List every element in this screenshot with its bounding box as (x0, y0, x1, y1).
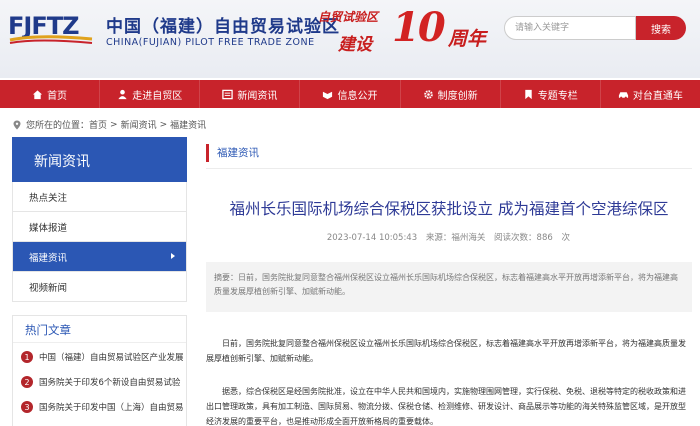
sidebar-item-media[interactable]: 媒体报道 (12, 212, 187, 242)
article-paragraph: 据悉，综合保税区是经国务院批准，设立在中华人民共和国境内，实施物理围网管理，实行… (206, 387, 686, 426)
search-bar: 搜索 (504, 16, 694, 40)
news-icon (222, 89, 234, 99)
nav-item-innovation[interactable]: 制度创新 (401, 80, 501, 108)
breadcrumb-news[interactable]: 新闻资讯 (121, 118, 157, 131)
anniversary-banner: 自贸试验区 建设 10 周年 (318, 2, 498, 64)
rank-badge: 3 (21, 401, 33, 413)
sidebar-item-label: 媒体报道 (29, 222, 68, 234)
site-header: FJFTZ 中国（福建）自由贸易试验区 CHINA(FUJIAN) PILOT … (0, 0, 700, 78)
home-icon (32, 89, 43, 99)
hot-article-text: 国务院关于印发6个新设自由贸易试验 (39, 378, 181, 388)
person-icon (118, 89, 127, 99)
breadcrumb-home[interactable]: 首页 (89, 118, 107, 131)
nav-item-taiwan[interactable]: 对台直通车 (601, 80, 700, 108)
nav-item-info[interactable]: 信息公开 (300, 80, 401, 108)
breadcrumb-separator: > (159, 119, 168, 130)
hot-articles-title: 热门文章 (25, 323, 71, 337)
search-input[interactable] (504, 16, 636, 40)
anniversary-number: 10 (392, 4, 446, 51)
article-paragraph: 日前，国务院批复同意整合福州保税区设立福州长乐国际机场综合保税区，标志着福建高水… (206, 339, 686, 363)
location-pin-icon (13, 120, 21, 129)
hot-articles: 热门文章 1 中国（福建）自由贸易试验区产业发展 2 国务院关于印发6个新设自由… (12, 315, 187, 426)
article-views-unit: 次 (561, 233, 570, 243)
anniversary-line1: 自贸试验区 (318, 10, 379, 24)
hot-article-item[interactable]: 1 中国（福建）自由贸易试验区产业发展 (21, 351, 183, 363)
sidebar-item-video[interactable]: 视频新闻 (12, 272, 187, 302)
nav-label: 新闻资讯 (237, 90, 278, 102)
nav-item-about[interactable]: 走进自贸区 (100, 80, 201, 108)
nav-label: 对台直通车 (632, 90, 683, 102)
site-name-en: CHINA(FUJIAN) PILOT FREE TRADE ZONE (106, 37, 315, 48)
rank-badge: 1 (21, 351, 33, 363)
section-tab: 福建资讯 (206, 144, 259, 162)
article-title: 福州长乐国际机场综合保税区获批设立 成为福建首个空港综保区 (229, 200, 669, 218)
article-summary: 摘要：日前，国务院批复同意整合福州保税区设立福州长乐国际机场综合保税区，标志着福… (206, 262, 692, 312)
sidebar-header: 新闻资讯 (12, 137, 187, 182)
chevron-right-icon (171, 253, 175, 259)
nav-item-news[interactable]: 新闻资讯 (200, 80, 301, 108)
rank-badge: 2 (21, 376, 33, 388)
sidebar-item-label: 视频新闻 (29, 282, 68, 294)
gear-icon (423, 89, 433, 99)
breadcrumb: 您所在的位置： 首页 > 新闻资讯 > 福建资讯 (12, 118, 206, 131)
nav-label: 制度创新 (437, 90, 478, 102)
breadcrumb-separator: > (110, 119, 118, 130)
search-button[interactable]: 搜索 (636, 16, 686, 40)
hot-article-item[interactable]: 2 国务院关于印发6个新设自由贸易试验 (21, 376, 183, 388)
divider (13, 342, 186, 343)
nav-label: 走进自贸区 (132, 90, 183, 102)
main-nav: 首页 走进自贸区 新闻资讯 信息公开 制度创新 专题专栏 对台直通车 (0, 80, 700, 108)
nav-label: 首页 (47, 90, 68, 102)
sidebar-title: 新闻资讯 (34, 154, 90, 170)
nav-label: 专题专栏 (537, 90, 578, 102)
anniversary-suffix: 周年 (448, 28, 487, 50)
breadcrumb-current[interactable]: 福建资讯 (170, 118, 206, 131)
bookmark-icon (525, 89, 532, 99)
article-meta: 2023-07-14 10:05:43 来源：福州海关 阅读次数：886 次 (206, 231, 692, 243)
nav-item-topics[interactable]: 专题专栏 (501, 80, 601, 108)
hot-article-item[interactable]: 3 国务院关于印发中国（上海）自由贸易 (21, 401, 183, 413)
article-source: 来源：福州海关 (425, 233, 486, 243)
site-logo[interactable]: FJFTZ (8, 10, 94, 46)
site-name-cn: 中国（福建）自由贸易试验区 (106, 17, 340, 37)
article-datetime: 2023-07-14 10:05:43 (326, 233, 418, 243)
article-views: 阅读次数：886 (494, 233, 553, 243)
sidebar-menu: 热点关注 媒体报道 福建资讯 视频新闻 (12, 182, 187, 302)
sidebar-item-label: 福建资讯 (29, 252, 68, 264)
divider (206, 168, 692, 169)
car-icon (618, 91, 628, 99)
anniversary-line2: 建设 (338, 35, 372, 55)
breadcrumb-prefix: 您所在的位置： (26, 121, 90, 131)
nav-item-home[interactable]: 首页 (0, 80, 101, 108)
sidebar-item-fujian-news[interactable]: 福建资讯 (12, 242, 187, 272)
nav-label: 信息公开 (337, 90, 378, 102)
hot-article-text: 中国（福建）自由贸易试验区产业发展 (39, 353, 183, 363)
info-icon (323, 91, 333, 99)
sidebar-item-label: 热点关注 (29, 192, 68, 204)
hot-article-text: 国务院关于印发中国（上海）自由贸易 (39, 403, 183, 413)
sidebar-item-hot[interactable]: 热点关注 (12, 182, 187, 212)
